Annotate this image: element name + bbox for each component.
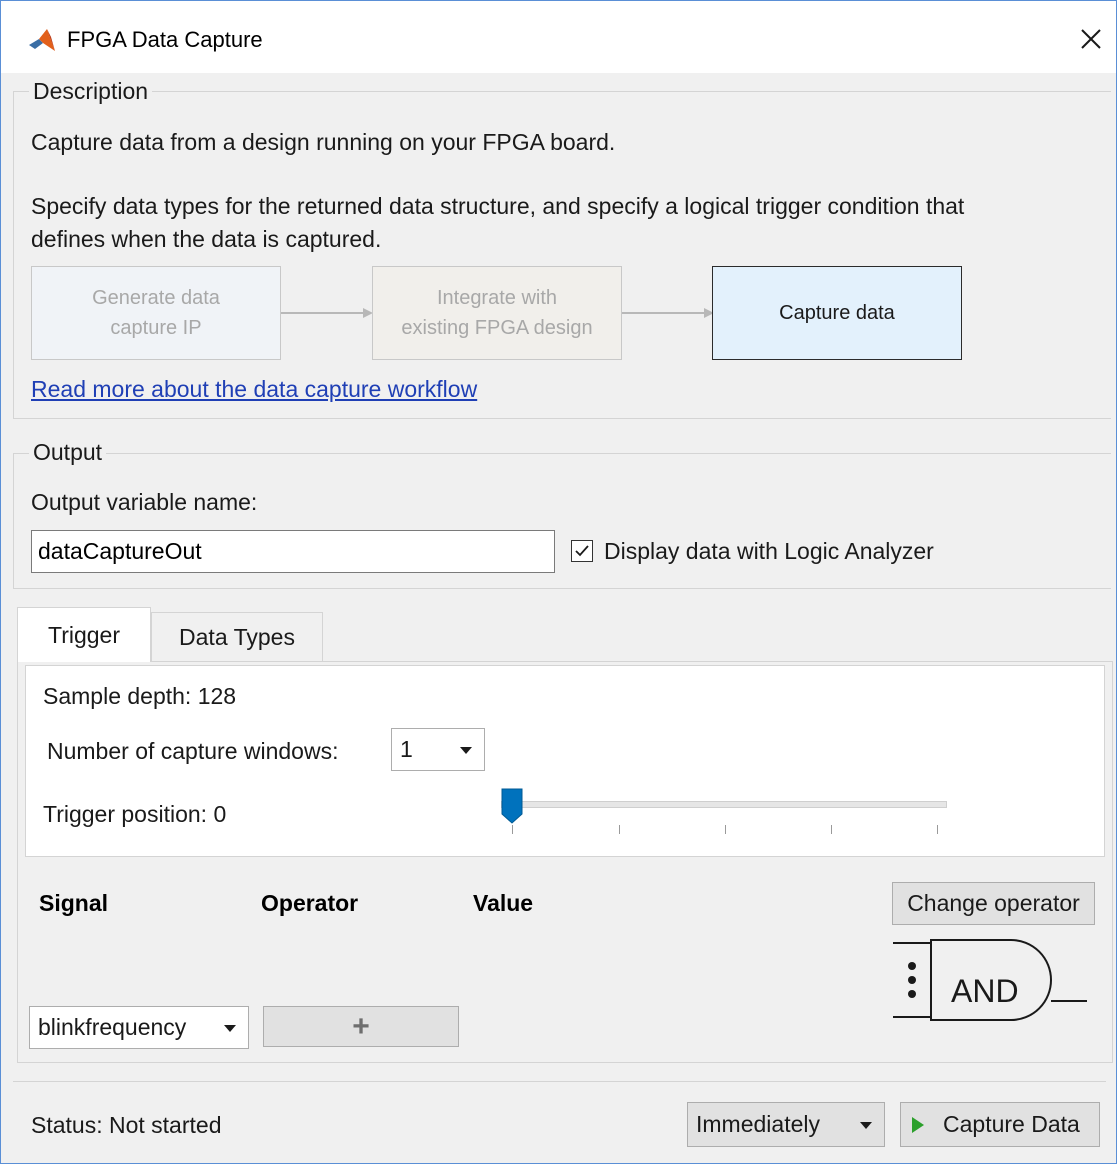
flow-step-capture-data-label: Capture data [779,302,895,324]
sample-depth-text: Sample depth: 128 [43,683,237,709]
capture-mode-select[interactable]: Immediately [687,1102,885,1147]
chevron-down-icon [860,1121,872,1129]
tab-trigger[interactable]: Trigger [17,607,151,662]
description-line-1: Capture data from a design running on yo… [31,129,616,155]
description-line-2: Specify data types for the returned data… [31,193,965,219]
fpga-data-capture-window: FPGA Data Capture Description Capture da… [0,0,1117,1164]
change-operator-button[interactable]: Change operator [892,882,1095,925]
workflow-docs-link[interactable]: Read more about the data capture workflo… [31,376,477,403]
matlab-logo-icon [29,29,55,51]
title-bar: FPGA Data Capture [1,1,1116,73]
and-gate-label: AND [951,973,1019,1009]
tab-data-types[interactable]: Data Types [151,612,323,662]
flow-step-capture-data: Capture data [712,266,962,360]
description-line-3: defines when the data is captured. [31,226,382,252]
status-text: Status: Not started [31,1112,222,1138]
trigger-position-slider-track[interactable] [501,801,947,808]
capture-windows-value: 1 [400,736,413,762]
capture-data-button[interactable]: Capture Data [900,1102,1100,1147]
flow-step-integrate: Integrate with existing FPGA design [372,266,622,360]
signal-select[interactable]: blinkfrequency [29,1006,249,1049]
capture-windows-select[interactable]: 1 [391,728,485,771]
close-button[interactable] [1071,19,1111,59]
trigger-position-slider-thumb[interactable] [501,788,523,824]
flow-step-integrate-line1: Integrate with [436,287,558,309]
checkmark-icon [575,545,589,557]
description-group-label: Description [29,78,153,105]
slider-tick [831,825,832,834]
flow-step-generate-ip-line1: Generate data [92,287,220,309]
logic-analyzer-checkbox[interactable] [571,540,593,562]
slider-tick [937,825,938,834]
close-icon [1081,29,1101,49]
output-variable-input[interactable]: dataCaptureOut [31,530,555,573]
flow-step-integrate-line2: existing FPGA design [401,317,593,339]
output-group-top-line [13,453,1111,454]
trigger-position-label: Trigger position: 0 [43,801,227,827]
slider-tick [725,825,726,834]
output-group-label: Output [29,439,107,466]
add-trigger-condition-button[interactable]: + [263,1006,459,1047]
play-icon [912,1116,924,1133]
flow-step-generate-ip-line2: capture IP [110,317,202,339]
chevron-down-icon [460,746,472,754]
description-group-top-line [13,91,1111,92]
flow-arrow-1 [281,308,373,318]
window-title: FPGA Data Capture [67,27,263,52]
flow-arrow-2 [622,308,714,318]
slider-tick [512,825,513,834]
slider-tick [619,825,620,834]
chevron-down-icon [224,1024,236,1032]
signal-select-value: blinkfrequency [38,1014,187,1040]
signal-column-header: Signal [39,890,109,916]
capture-windows-label: Number of capture windows: [47,738,339,764]
logic-analyzer-label[interactable]: Display data with Logic Analyzer [604,538,934,565]
plus-icon: + [352,1009,370,1043]
operator-column-header: Operator [261,890,359,916]
capture-mode-value: Immediately [696,1111,820,1137]
capture-data-label: Capture Data [943,1111,1080,1137]
value-column-header: Value [473,890,534,916]
output-variable-label: Output variable name: [31,489,258,515]
flow-step-generate-ip: Generate data capture IP [31,266,281,360]
